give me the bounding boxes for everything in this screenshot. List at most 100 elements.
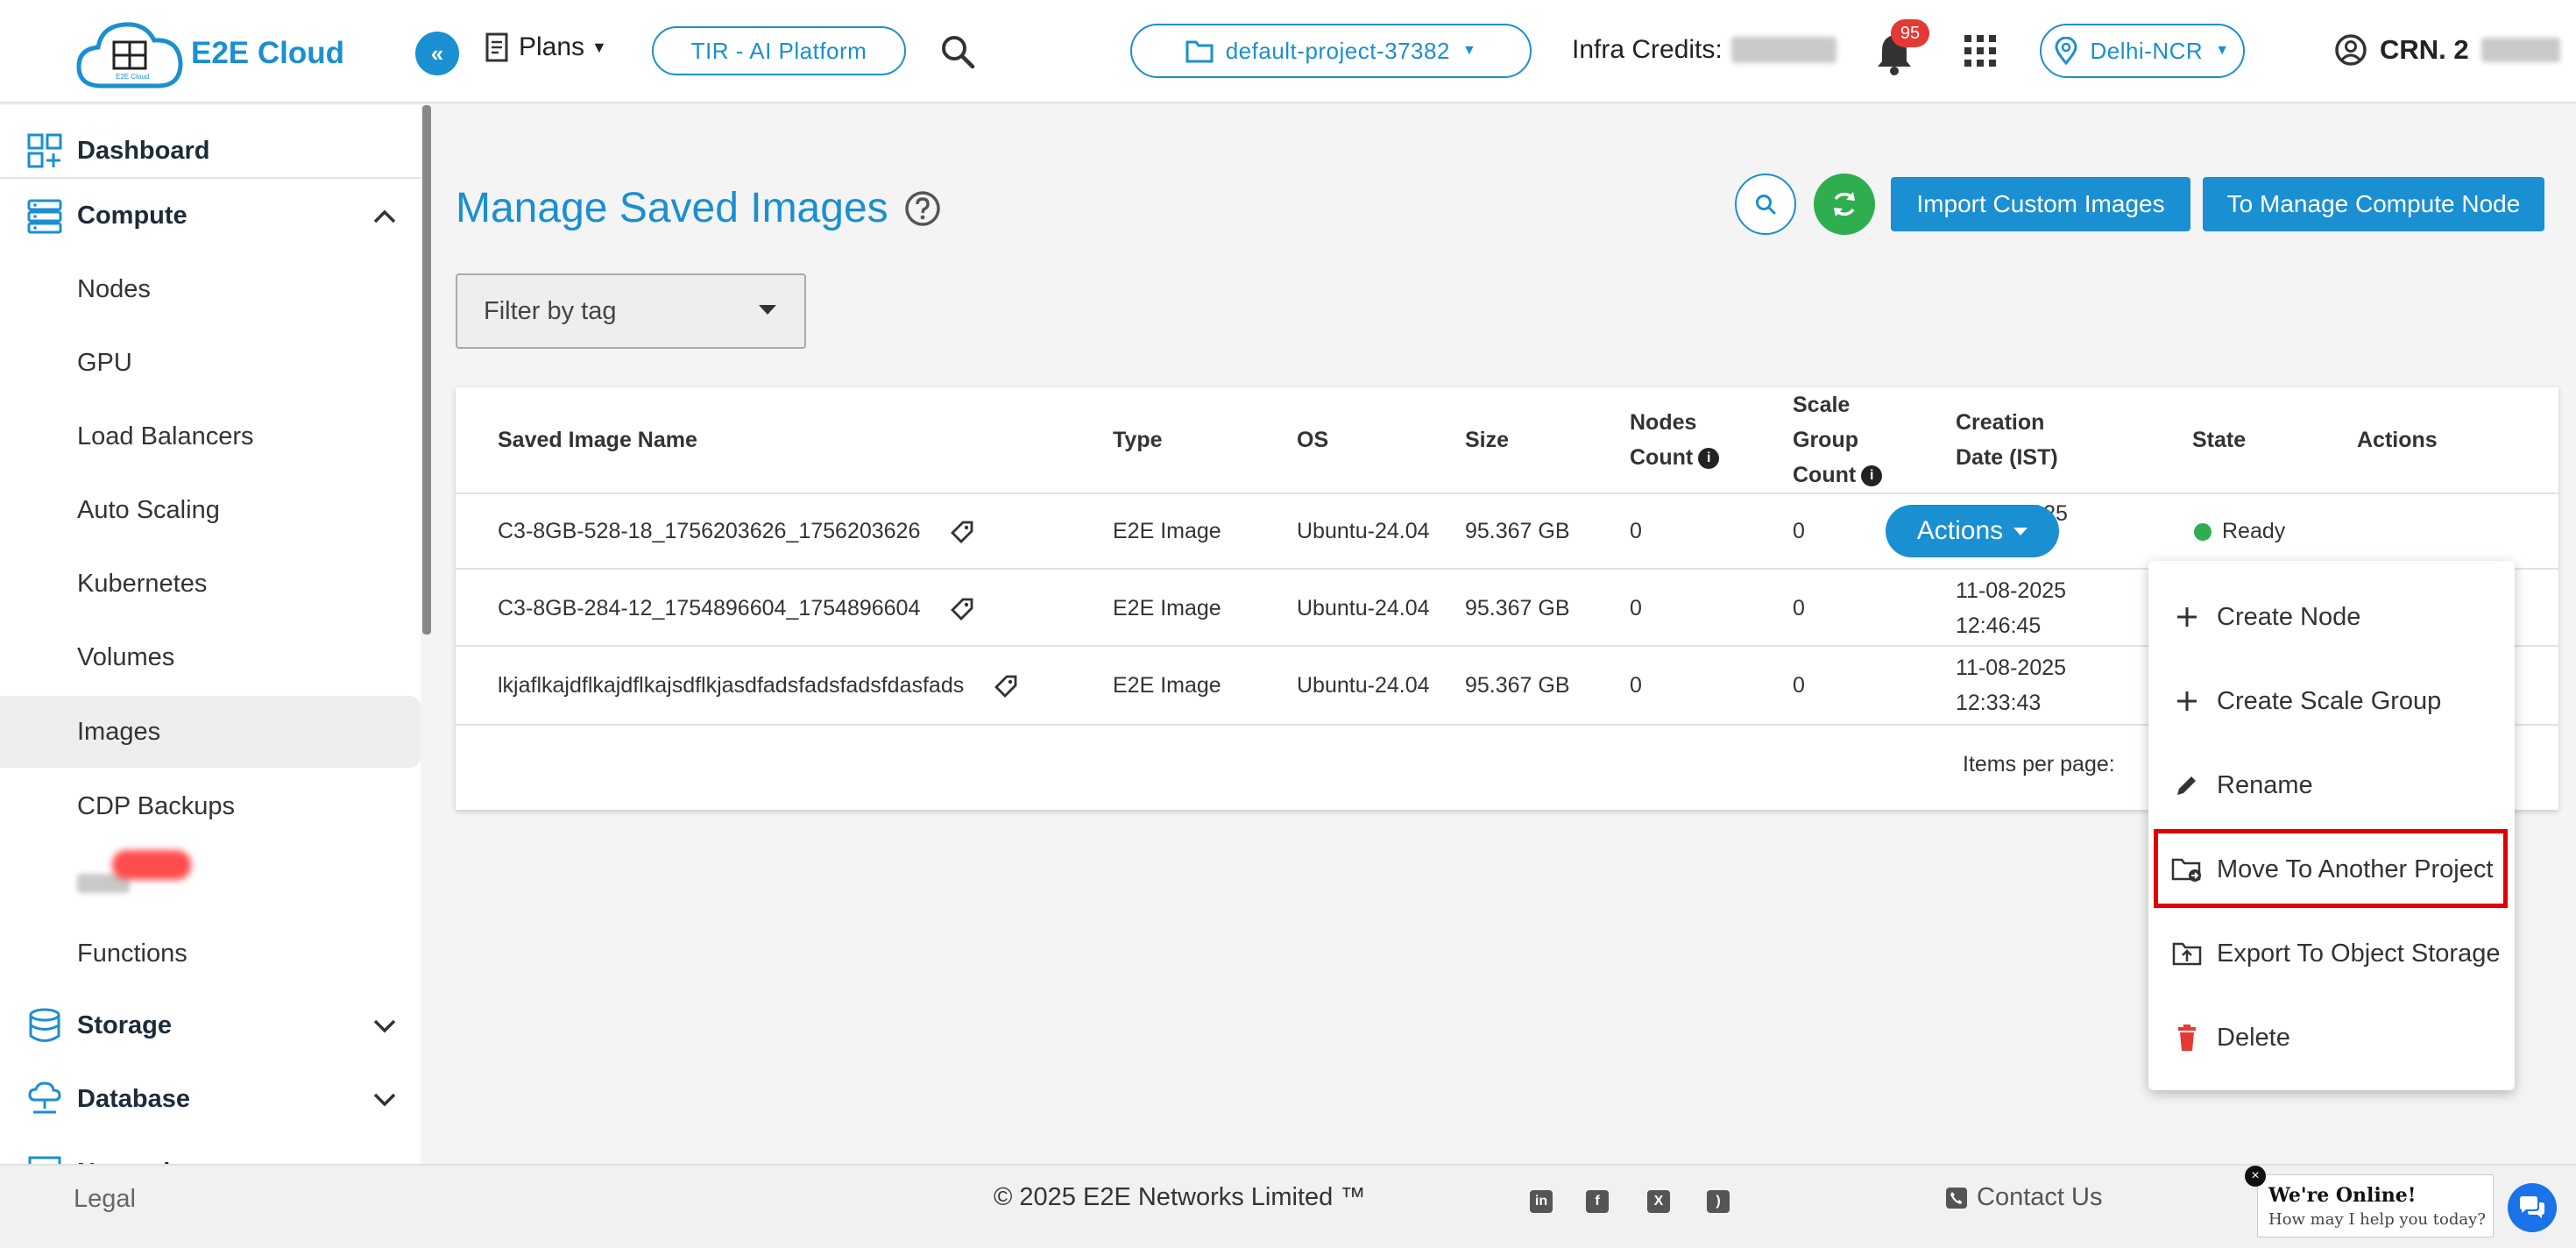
sidebar-item-redacted[interactable] (0, 847, 421, 903)
search-icon[interactable] (939, 33, 976, 70)
scale-group-count-cell: 0 (1793, 519, 1805, 543)
close-icon[interactable]: × (2245, 1166, 2266, 1187)
sidebar-item-nodes[interactable]: Nodes (0, 261, 421, 317)
logo-small-text: E2E Cloud (116, 73, 149, 81)
sidebar-item-functions[interactable]: Functions (0, 925, 421, 982)
tir-platform-button[interactable]: TIR - AI Platform (652, 26, 906, 75)
actions-dropdown-button[interactable]: Actions (1886, 505, 2059, 557)
caret-down-icon: ▼ (2215, 43, 2230, 58)
facebook-icon[interactable]: f (1586, 1190, 1609, 1213)
os-cell: Ubuntu-24.04 (1297, 673, 1430, 698)
chat-bubble-button[interactable] (2508, 1183, 2557, 1232)
column-header-text: Scale Group Count (1793, 393, 1858, 487)
linkedin-icon[interactable]: in (1530, 1190, 1553, 1213)
chat-icon (2520, 1196, 2544, 1218)
crn-value-redacted (2480, 38, 2560, 62)
project-label: default-project-37382 (1225, 37, 1450, 64)
menu-item-rename[interactable]: Rename (2148, 746, 2515, 825)
sidebar-item-kubernetes[interactable]: Kubernetes (0, 556, 421, 612)
footer-copyright: © 2025 E2E Networks Limited ™ (994, 1183, 1366, 1211)
row-divider (456, 493, 2558, 494)
sidebar-item-cdp-backups[interactable]: CDP Backups (0, 778, 421, 834)
phone-icon (1946, 1187, 1967, 1209)
footer-contact-link[interactable]: Contact Us (1945, 1183, 2102, 1212)
credits-value-redacted (1730, 37, 1836, 63)
size-cell: 95.367 GB (1465, 519, 1570, 543)
menu-item-delete[interactable]: Delete (2148, 998, 2515, 1077)
menu-item-export-to-object-storage[interactable]: Export To Object Storage (2148, 914, 2515, 993)
footer-legal-link[interactable]: Legal (74, 1185, 136, 1214)
image-name-cell: C3-8GB-528-18_1756203626_1756203626 (498, 514, 975, 549)
image-name-cell: C3-8GB-284-12_1754896604_1754896604 (498, 591, 975, 626)
rss-icon[interactable]: ) (1707, 1190, 1730, 1213)
account-menu[interactable]: CRN. 2 (2334, 33, 2560, 67)
sidebar-item-compute[interactable]: Compute (0, 188, 421, 244)
sidebar-label: Compute (77, 201, 188, 230)
creation-date-cell: 11-08-2025 12:46:45 (1956, 573, 2066, 643)
sidebar-item-gpu[interactable]: GPU (0, 335, 421, 391)
search-images-button[interactable] (1735, 174, 1796, 235)
divider (0, 177, 421, 179)
logo[interactable]: E2E Cloud E2E Cloud (75, 18, 344, 89)
tir-label: TIR - AI Platform (690, 37, 867, 64)
sidebar-item-dashboard[interactable]: Dashboard (0, 123, 421, 179)
pencil-icon (2171, 769, 2203, 801)
info-icon[interactable]: i (1861, 465, 1883, 487)
size-cell: 95.367 GB (1465, 596, 1570, 620)
tag-icon[interactable] (949, 596, 975, 622)
creation-time: 12:46:45 (1956, 613, 2042, 638)
actions-menu: Create Node Create Scale Group Rename Mo… (2148, 561, 2515, 1090)
sidebar-scrollbar[interactable] (422, 105, 431, 635)
manage-compute-node-button[interactable]: To Manage Compute Node (2203, 177, 2544, 231)
apps-grid-icon[interactable] (1964, 35, 1996, 67)
image-name: C3-8GB-528-18_1756203626_1756203626 (498, 519, 921, 543)
chat-title: We're Online! (2268, 1184, 2417, 1207)
refresh-button[interactable] (1814, 174, 1875, 235)
region-selector[interactable]: Delhi-NCR ▼ (2040, 24, 2245, 78)
sidebar-label: Nodes (77, 274, 151, 303)
info-icon[interactable]: i (1698, 448, 1720, 470)
chat-subtitle: How may I help you today? (2268, 1210, 2486, 1229)
chat-widget[interactable]: We're Online! How may I help you today? (2257, 1174, 2494, 1237)
sidebar-label: Dashboard (77, 136, 210, 165)
storage-icon (29, 1008, 60, 1042)
sidebar-item-auto-scaling[interactable]: Auto Scaling (0, 482, 421, 538)
user-circle-icon (2335, 34, 2367, 66)
sidebar-label: CDP Backups (77, 791, 235, 820)
sidebar-item-database[interactable]: Database (0, 1071, 421, 1127)
sidebar-item-load-balancers[interactable]: Load Balancers (0, 408, 421, 464)
sidebar-item-network[interactable]: Network (0, 1145, 421, 1166)
tag-icon[interactable] (993, 673, 1019, 699)
search-icon (1756, 195, 1776, 215)
column-header: State (2192, 428, 2247, 452)
tag-icon[interactable] (949, 519, 975, 545)
sidebar-item-storage[interactable]: Storage (0, 997, 421, 1053)
dashboard-icon (27, 133, 62, 168)
project-selector[interactable]: default-project-37382 ▼ (1130, 24, 1532, 78)
actions-label: Actions (1916, 516, 2004, 545)
sidebar-item-images[interactable]: Images (0, 696, 421, 768)
help-icon[interactable] (904, 190, 941, 227)
x-twitter-icon[interactable]: X (1647, 1190, 1670, 1213)
sidebar-label: Auto Scaling (77, 495, 220, 524)
location-pin-icon (2055, 37, 2077, 65)
import-custom-images-button[interactable]: Import Custom Images (1891, 177, 2190, 231)
sidebar-item-volumes[interactable]: Volumes (0, 629, 421, 685)
filter-placeholder: Filter by tag (484, 296, 617, 325)
database-icon (28, 1081, 61, 1114)
page-title-text: Manage Saved Images (456, 185, 888, 231)
notification-badge: 95 (1891, 19, 1929, 47)
filter-by-tag-select[interactable]: Filter by tag (456, 273, 806, 349)
plus-icon (2171, 685, 2203, 717)
cloud-logo-icon: E2E Cloud (76, 22, 183, 89)
menu-item-label: Rename (2217, 770, 2313, 799)
image-name: C3-8GB-284-12_1754896604_1754896604 (498, 596, 921, 620)
menu-item-create-scale-group[interactable]: Create Scale Group (2148, 662, 2515, 741)
logo-text: E2E Cloud (191, 36, 345, 70)
collapse-sidebar-button[interactable]: « (415, 32, 459, 75)
plans-menu[interactable]: Plans ▼ (484, 32, 607, 63)
menu-item-label: Export To Object Storage (2217, 939, 2501, 968)
menu-item-create-node[interactable]: Create Node (2148, 578, 2515, 656)
column-header-scale-group-count: Scale Group Count i (1793, 387, 1912, 493)
server-icon (27, 199, 62, 234)
